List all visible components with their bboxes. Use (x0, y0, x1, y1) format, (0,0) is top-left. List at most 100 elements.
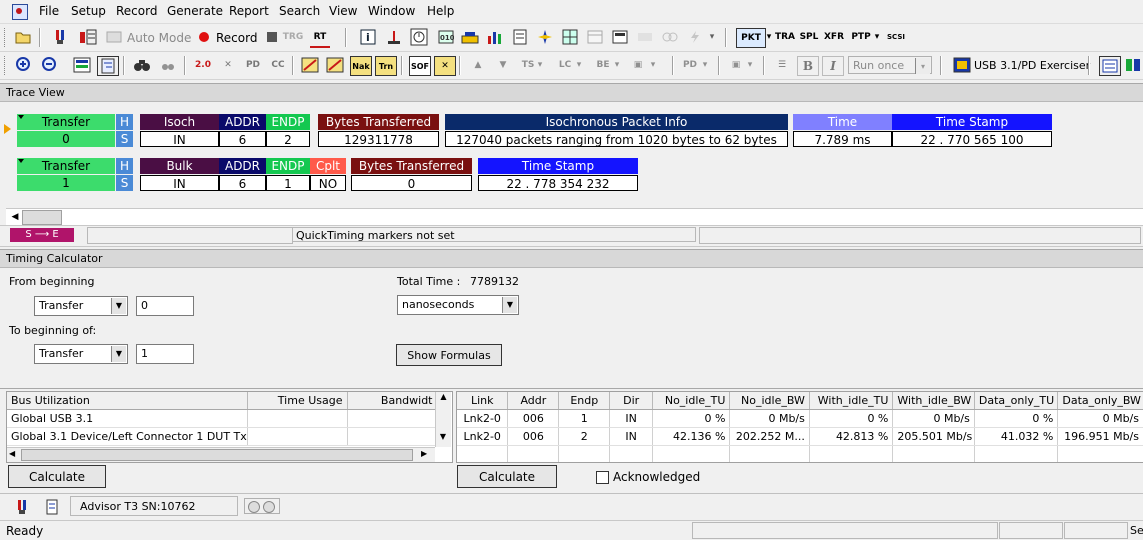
layout-alt-icon[interactable] (1123, 56, 1143, 74)
scroll-right-icon[interactable]: ▶ (421, 449, 427, 458)
record-icon[interactable] (194, 28, 214, 46)
col-link[interactable]: Link (457, 392, 509, 410)
menu-file[interactable]: File (39, 4, 59, 18)
ptp-view-button[interactable]: PTP (850, 28, 872, 46)
traffic-icon[interactable] (460, 28, 480, 46)
chevron-down-icon[interactable]: ▾ (873, 28, 881, 46)
hide-nak-icon[interactable]: Nak (350, 56, 372, 76)
col-with-idle-tu[interactable]: With_idle_TU (809, 392, 894, 410)
col-dir[interactable]: Dir (609, 392, 654, 410)
start-end-marker-button[interactable]: S ⟶ E (10, 228, 74, 242)
layout-icon[interactable] (1099, 56, 1121, 76)
menu-setup[interactable]: Setup (71, 4, 106, 18)
hide-link-icon[interactable]: ✕ (434, 56, 456, 76)
find-icon[interactable] (132, 56, 152, 74)
bus-vertical-scrollbar[interactable]: ▲ ▼ (435, 392, 451, 447)
bar-chart-icon[interactable] (485, 28, 505, 46)
record-button[interactable]: Record (216, 31, 257, 45)
zoom-out-icon[interactable] (40, 56, 60, 74)
realtime-stats-icon[interactable]: RT (310, 28, 330, 48)
chevron-down-icon[interactable]: ▼ (502, 297, 517, 313)
to-type-select[interactable]: Transfer ▼ (34, 344, 128, 364)
hierarchy-icon[interactable] (97, 56, 119, 76)
analyzer-icon[interactable] (12, 498, 32, 516)
tra-view-button[interactable]: TRA (774, 28, 796, 46)
show-formulas-button[interactable]: Show Formulas (396, 344, 502, 366)
menu-record[interactable]: Record (116, 4, 157, 18)
acknowledged-checkbox[interactable] (596, 471, 609, 484)
compass-icon[interactable] (535, 28, 555, 46)
menu-window[interactable]: Window (368, 4, 415, 18)
col-endp[interactable]: Endp (558, 392, 611, 410)
hide-sof-filter-icon[interactable]: SOF (409, 56, 431, 76)
chevron-down-icon[interactable]: ▼ (111, 298, 126, 314)
menu-search[interactable]: Search (279, 4, 320, 18)
bus-horizontal-scrollbar[interactable]: ◀ ▶ (7, 447, 435, 462)
hide-trn-icon[interactable]: Trn (375, 56, 397, 76)
packet-data-icon[interactable]: 010 (436, 28, 456, 46)
trace-horizontal-scrollbar[interactable]: ◀ (6, 208, 1143, 225)
from-index-input[interactable]: 0 (136, 296, 194, 316)
col-time-usage[interactable]: Time Usage (247, 392, 348, 410)
col-no-idle-bw[interactable]: No_idle_BW (729, 392, 810, 410)
header-flag-h[interactable]: H (116, 158, 133, 174)
open-folder-icon[interactable] (13, 28, 33, 46)
col-no-idle-tu[interactable]: No_idle_TU (652, 392, 731, 410)
hide-xfer-icon[interactable] (325, 56, 345, 74)
xfr-view-button[interactable]: XFR (823, 28, 845, 46)
chevron-down-icon[interactable]: ▼ (111, 346, 126, 362)
hide-icon[interactable]: 2.0 (193, 56, 213, 74)
scroll-thumb[interactable] (22, 210, 62, 225)
scroll-up-icon[interactable]: ▲ (436, 392, 451, 401)
timing-calc-icon[interactable] (409, 28, 429, 46)
scroll-down-icon[interactable]: ▼ (436, 432, 450, 441)
expand-icon[interactable] (18, 115, 24, 119)
bus-usage-icon[interactable] (384, 28, 404, 46)
toolbar-grip[interactable] (4, 56, 8, 75)
link-calculate-button[interactable]: Calculate (457, 465, 557, 488)
col-bandwidth[interactable]: Bandwidt (347, 392, 438, 410)
col-data-only-tu[interactable]: Data_only_TU (974, 392, 1059, 410)
menu-help[interactable]: Help (427, 4, 454, 18)
col-addr[interactable]: Addr (507, 392, 560, 410)
table-row[interactable]: Global 3.1 Device/Left Connector 1 DUT T… (7, 427, 438, 446)
header-flag-s[interactable]: S (116, 175, 133, 191)
scroll-thumb[interactable] (21, 449, 413, 461)
hide-sof-icon[interactable] (300, 56, 320, 74)
col-bus-utilization[interactable]: Bus Utilization (7, 392, 248, 410)
analyzer-settings-icon[interactable] (50, 28, 70, 46)
header-flag-h[interactable]: H (116, 114, 133, 130)
menu-report[interactable]: Report (229, 4, 269, 18)
grid-view-icon[interactable] (560, 28, 580, 46)
chevron-down-icon[interactable]: ▾ (765, 28, 773, 46)
toolbar-grip[interactable] (4, 28, 8, 47)
expand-icon[interactable] (18, 159, 24, 163)
find-next-icon[interactable] (158, 56, 178, 74)
from-type-select[interactable]: Transfer ▼ (34, 296, 128, 316)
col-with-idle-bw[interactable]: With_idle_BW (892, 392, 975, 410)
report-icon[interactable] (510, 28, 530, 46)
display-options-icon[interactable] (72, 56, 92, 74)
scroll-left-icon[interactable]: ◀ (9, 449, 15, 458)
pkt-view-button[interactable]: PKT (736, 28, 766, 48)
scsi-view-button[interactable]: SCSI (885, 28, 907, 46)
table-row[interactable]: Lnk2-0 006 1 IN 0 % 0 Mb/s 0 % 0 Mb/s 0 … (457, 409, 1143, 428)
menu-view[interactable]: View (329, 4, 357, 18)
time-units-select[interactable]: nanoseconds ▼ (397, 295, 519, 315)
notes-icon[interactable] (42, 498, 62, 516)
export-icon[interactable] (610, 28, 630, 46)
recording-options-icon[interactable] (78, 28, 98, 46)
app-icon[interactable] (12, 4, 28, 20)
table-row[interactable]: Lnk2-0 006 2 IN 42.136 % 202.252 M... 42… (457, 427, 1143, 446)
spl-view-button[interactable]: SPL (798, 28, 820, 46)
table-row[interactable]: Global USB 3.1 (7, 409, 438, 428)
col-data-only-bw[interactable]: Data_only_BW (1057, 392, 1143, 410)
bus-calculate-button[interactable]: Calculate (8, 465, 106, 488)
zoom-in-icon[interactable] (14, 56, 34, 74)
scroll-left-icon[interactable]: ◀ (8, 211, 22, 223)
info-icon[interactable]: i (358, 28, 378, 46)
transfer-record-0[interactable]: Transfer 0 H S (17, 114, 133, 148)
exerciser-icon[interactable] (952, 56, 972, 74)
menu-generate[interactable]: Generate (167, 4, 223, 18)
header-flag-s[interactable]: S (116, 131, 133, 147)
